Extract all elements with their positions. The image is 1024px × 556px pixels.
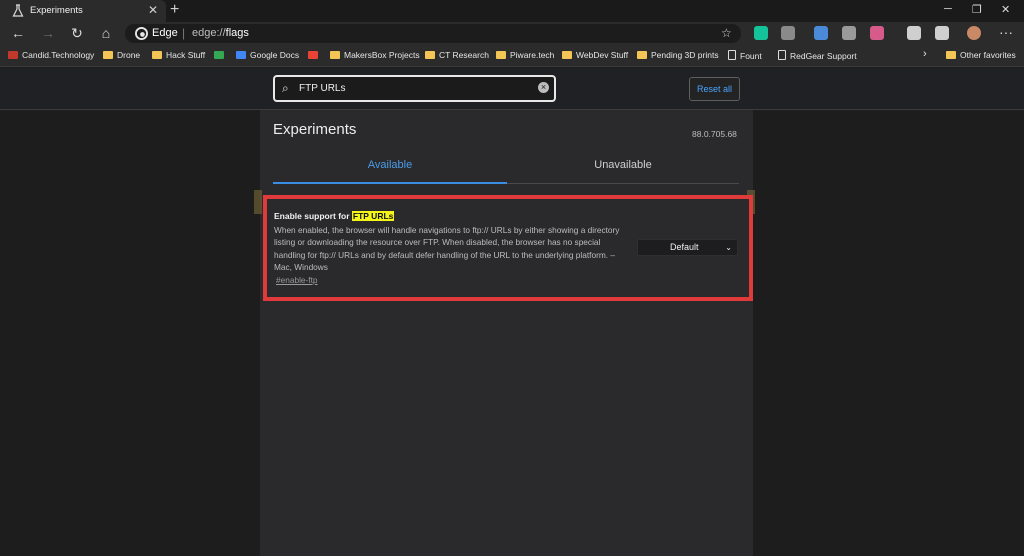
favorite-item[interactable]: RedGear Support [778, 50, 857, 61]
folder-icon [637, 51, 647, 59]
site-favicon-icon [214, 51, 224, 59]
new-tab-button[interactable]: + [170, 1, 179, 19]
favorite-item[interactable]: Google Docs [236, 50, 299, 60]
flag-anchor-link[interactable]: #enable-ftp [276, 275, 318, 285]
minimize-button[interactable]: ─ [944, 3, 952, 15]
site-label: Edge [152, 27, 178, 39]
favorite-item[interactable]: CT Research [425, 50, 489, 60]
favorite-label: RedGear Support [790, 51, 857, 61]
other-favorites-label: Other favorites [960, 50, 1016, 60]
flag-card-enable-ftp: Enable support for FTP URLs When enabled… [263, 195, 753, 301]
extension-icon-2[interactable] [781, 26, 795, 40]
browser-toolbar: ← → ↻ ⌂ Edge | edge://flags ☆ ··· [0, 22, 1024, 45]
extension-icon-3[interactable] [814, 26, 828, 40]
tab-title: Experiments [30, 5, 83, 16]
reset-all-button[interactable]: Reset all [689, 77, 740, 101]
profile-icon[interactable] [967, 26, 981, 40]
flag-name: Enable support for FTP URLs [274, 211, 395, 221]
favorite-item[interactable]: Pending 3D prints [637, 50, 719, 60]
active-tab-indicator [273, 182, 507, 184]
url-text: edge://flags [192, 27, 249, 39]
clear-search-icon[interactable]: × [538, 82, 549, 93]
favorites-bar: Candid.Technology Drone Hack Stuff Google D… [0, 45, 1024, 67]
collections-icon[interactable] [935, 26, 949, 40]
window-close-button[interactable]: ✕ [1001, 3, 1010, 16]
page-icon [778, 50, 786, 60]
folder-icon [496, 51, 506, 59]
favorite-label: Piware.tech [510, 50, 555, 60]
favorite-item[interactable]: Piware.tech [496, 50, 554, 60]
settings-menu-icon[interactable]: ··· [998, 24, 1014, 40]
extension-icon-5[interactable] [870, 26, 884, 40]
tab-available-label: Available [367, 159, 413, 171]
back-button[interactable]: ← [10, 25, 26, 41]
chevron-down-icon: ⌄ [725, 243, 732, 252]
maximize-button[interactable]: ❐ [972, 3, 982, 16]
flask-icon [12, 4, 24, 17]
search-input[interactable] [299, 80, 519, 97]
favorite-label: Fount [740, 51, 762, 61]
favorite-item[interactable]: Candid.Technology [8, 50, 94, 60]
flag-description: When enabled, the browser will handle na… [274, 225, 620, 272]
grammarly-icon[interactable] [754, 26, 768, 40]
folder-icon [562, 51, 572, 59]
favorite-item[interactable] [214, 50, 228, 60]
highlight-glow [254, 190, 262, 214]
favorite-item[interactable]: Drone [103, 50, 140, 60]
favorite-item[interactable]: WebDev Stuff [562, 50, 628, 60]
flags-search-box[interactable]: ⌕ × [273, 75, 556, 102]
page-icon [728, 50, 736, 60]
favorite-label: Pending 3D prints [651, 50, 719, 60]
favorite-label: Hack Stuff [166, 50, 206, 60]
flag-name-prefix: Enable support for [274, 211, 352, 221]
tab-unavailable[interactable]: Unavailable [507, 157, 739, 184]
favorite-item[interactable]: Hack Stuff [152, 50, 205, 60]
folder-icon [425, 51, 435, 59]
folder-icon [152, 51, 162, 59]
favorite-label: WebDev Stuff [576, 50, 629, 60]
search-icon: ⌕ [282, 81, 289, 95]
search-highlight: FTP URLs [351, 211, 395, 221]
dropdown-value: Default [670, 242, 699, 252]
more-favorites-chevron-icon[interactable]: › [923, 48, 927, 60]
folder-icon [330, 51, 340, 59]
favorite-item[interactable]: Fount [728, 50, 762, 61]
tab-available[interactable]: Available [273, 157, 507, 184]
favorite-item[interactable] [308, 50, 322, 60]
home-button[interactable]: ⌂ [98, 25, 114, 41]
experiments-panel: Experiments 88.0.705.68 Available Unavai… [254, 110, 755, 556]
favorite-label: Drone [117, 50, 141, 60]
favorite-item[interactable]: MakersBox Projects [330, 50, 420, 60]
tab-unavailable-label: Unavailable [594, 159, 652, 171]
page-title: Experiments [273, 121, 357, 138]
edge-logo-icon [135, 27, 148, 40]
refresh-button[interactable]: ↻ [69, 25, 85, 42]
tab-close-icon[interactable]: ✕ [148, 3, 158, 17]
favorite-label: Google Docs [250, 50, 300, 60]
version-label: 88.0.705.68 [692, 129, 737, 139]
favorites-icon[interactable] [907, 26, 921, 40]
forward-button[interactable]: → [40, 25, 56, 41]
other-favorites-folder[interactable]: Other favorites [946, 50, 1016, 60]
tab-experiments[interactable]: Experiments ✕ [0, 0, 166, 22]
flags-header: ⌕ × Reset all [0, 68, 1024, 110]
site-favicon-icon [308, 51, 318, 59]
site-favicon-icon [236, 51, 246, 59]
extension-icon-4[interactable] [842, 26, 856, 40]
flag-state-dropdown[interactable]: Default ⌄ [637, 239, 738, 256]
url-separator: | [182, 26, 186, 40]
add-favorite-icon[interactable]: ☆ [721, 26, 732, 40]
folder-icon [946, 51, 956, 59]
address-bar[interactable]: Edge | edge://flags ☆ [125, 24, 741, 43]
favorite-label: CT Research [439, 50, 489, 60]
tab-strip: Experiments ✕ + ─ ❐ ✕ [0, 0, 1024, 22]
favorite-label: MakersBox Projects [344, 50, 420, 60]
site-favicon-icon [8, 51, 18, 59]
folder-icon [103, 51, 113, 59]
favorite-label: Candid.Technology [22, 50, 95, 60]
